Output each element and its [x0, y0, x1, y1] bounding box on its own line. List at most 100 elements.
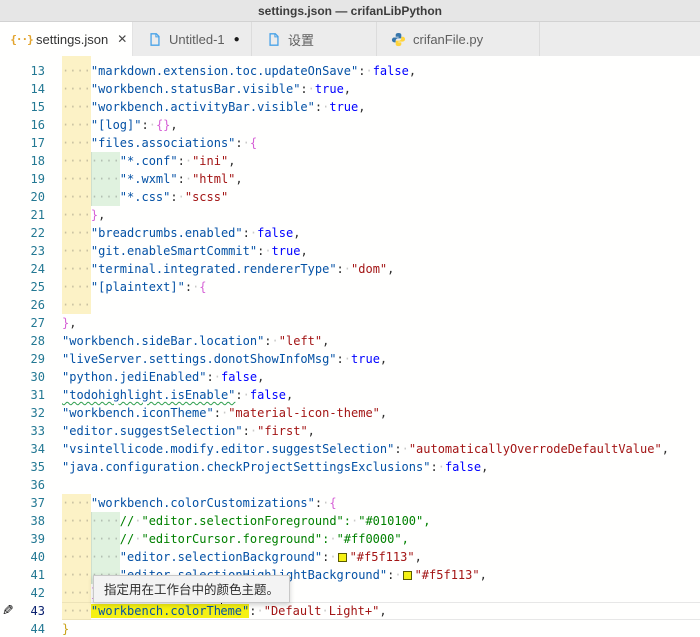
line-number[interactable]: 22	[0, 224, 62, 242]
line-number[interactable]: 17	[0, 134, 62, 152]
close-icon[interactable]: ✕	[117, 32, 127, 46]
line-number[interactable]: 14	[0, 80, 62, 98]
code-line-content[interactable]: ····"workbench.colorTheme":·"Default·Lig…	[62, 602, 700, 620]
line-number[interactable]: 21	[0, 206, 62, 224]
line-number[interactable]: 24	[0, 260, 62, 278]
line-number[interactable]: 40	[0, 548, 62, 566]
token-bool: false	[372, 64, 409, 78]
line-number[interactable]: 38	[0, 512, 62, 530]
code-line-content[interactable]: }	[62, 620, 700, 637]
code-line-content[interactable]: ····"[log]":·{},	[62, 116, 700, 134]
code-line-content[interactable]: "java.configuration.checkProjectSettings…	[62, 458, 700, 476]
code-line-content[interactable]: ····"workbench.activityBar.visible":·tru…	[62, 98, 700, 116]
line-number[interactable]: 27	[0, 314, 62, 332]
token-pun: ,	[481, 460, 489, 474]
code-line-content[interactable]: ····"workbench.statusBar.visible":·true,	[62, 80, 700, 98]
token-ws: ·	[249, 424, 258, 438]
token-bool: false	[444, 460, 482, 474]
token-key: "editor.suggestSelection"	[62, 424, 243, 438]
line-number[interactable]: 44	[0, 620, 62, 637]
line-number[interactable]: 13	[0, 62, 62, 80]
code-line-content[interactable]: },	[62, 314, 700, 332]
code-editor[interactable]: 13 ····"markdown.extension.toc.updateOnSa…	[0, 56, 700, 637]
token-ws: ········	[62, 514, 120, 528]
code-line-content[interactable]: ········"*.css":·"scss"	[62, 188, 700, 206]
line-number[interactable]: 25	[0, 278, 62, 296]
line-number[interactable]: 20	[0, 188, 62, 206]
line-number[interactable]: 29	[0, 350, 62, 368]
token-ws: ····	[62, 496, 91, 510]
line-number[interactable]: 19	[0, 170, 62, 188]
line-number[interactable]: 36	[0, 476, 62, 494]
line-number[interactable]: 34	[0, 440, 62, 458]
code-line: 15 ····"workbench.activityBar.visible":·t…	[0, 98, 700, 116]
code-line-content[interactable]: "workbench.iconTheme":·"material-icon-th…	[62, 404, 700, 422]
token-ws: ····	[62, 100, 91, 114]
token-ws: ····	[62, 64, 91, 78]
token-pun: ,	[98, 208, 106, 222]
line-number[interactable]: 31	[0, 386, 62, 404]
tab-settings-json[interactable]: {··} settings.json ✕	[0, 22, 133, 56]
code-line-content[interactable]: "todohighlight.isEnable":·false,	[62, 386, 700, 404]
code-line-content[interactable]: ····"git.enableSmartCommit":·true,	[62, 242, 700, 260]
tab-crifanfile-py[interactable]: crifanFile.py	[377, 22, 540, 56]
code-line-content[interactable]: "workbench.sideBar.location":·"left",	[62, 332, 700, 350]
code-line-content[interactable]: ····},	[62, 206, 700, 224]
line-number[interactable]: 39	[0, 530, 62, 548]
code-line-content[interactable]: ········"*.conf":·"ini",	[62, 152, 700, 170]
token-key: "files.associations"	[90, 136, 236, 150]
code-line-content[interactable]: ········//·"editorCursor.foreground":·"#…	[62, 530, 700, 548]
token-b2: {}	[155, 118, 171, 132]
tab-untitled-1[interactable]: Untitled-1 ●	[133, 22, 252, 56]
code-line-content[interactable]: ····"terminal.integrated.rendererType":·…	[62, 260, 700, 278]
code-line-content[interactable]: ····"[plaintext]":·{	[62, 278, 700, 296]
token-ws: ·	[321, 604, 329, 618]
code-line-content[interactable]: ········"*.wxml":·"html",	[62, 170, 700, 188]
code-line-content[interactable]: ········//·"editor.selectionForeground":…	[62, 512, 700, 530]
code-line-content[interactable]: ····"markdown.extension.toc.updateOnSave…	[62, 62, 700, 80]
file-icon	[147, 32, 162, 47]
code-line-content[interactable]: "editor.suggestSelection":·"first",	[62, 422, 700, 440]
code-line: ✎ 43 ····"workbench.colorTheme":·"Default·…	[0, 602, 700, 620]
line-number[interactable]: 23	[0, 242, 62, 260]
token-key: "terminal.integrated.rendererType"	[90, 262, 337, 276]
line-number[interactable]: 18	[0, 152, 62, 170]
code-line-content[interactable]: ····"breadcrumbs.enabled":·false,	[62, 224, 700, 242]
line-number[interactable]: 26	[0, 296, 62, 314]
line-number[interactable]: 42	[0, 584, 62, 602]
line-number[interactable]: 35	[0, 458, 62, 476]
code-line: 32 "workbench.iconTheme":·"material-icon-…	[0, 404, 700, 422]
line-number[interactable]: 37	[0, 494, 62, 512]
token-str: "left"	[278, 334, 323, 348]
token-ws: ····	[62, 586, 91, 600]
token-str: "first"	[257, 424, 308, 438]
code-line-content[interactable]: "liveServer.settings.donotShowInfoMsg":·…	[62, 350, 700, 368]
pencil-icon[interactable]: ✎	[2, 602, 14, 620]
line-number[interactable]: 41	[0, 566, 62, 584]
line-number[interactable]: 28	[0, 332, 62, 350]
code-line-content[interactable]: ····	[62, 296, 700, 314]
code-line-content[interactable]: ········"editor.selectionBackground":· "#…	[62, 548, 700, 566]
token-ws: ·	[249, 226, 258, 240]
code-line-content[interactable]	[62, 476, 700, 494]
line-number[interactable]: 30	[0, 368, 62, 386]
line-number[interactable]: 15	[0, 98, 62, 116]
token-ws: ·	[437, 460, 445, 474]
code-line-content[interactable]: ····"workbench.colorCustomizations":·{	[62, 494, 700, 512]
token-pun: ,	[307, 424, 315, 438]
tooltip-text: 指定用在工作台中的颜色主题。	[104, 583, 280, 597]
line-number[interactable]: 33	[0, 422, 62, 440]
token-key: "git.enableSmartCommit"	[90, 244, 258, 258]
line-number[interactable]: 16	[0, 116, 62, 134]
code-line-content[interactable]: "python.jediEnabled":·false,	[62, 368, 700, 386]
token-bool: true	[351, 352, 380, 366]
code-line-content[interactable]: "vsintellicode.modify.editor.suggestSele…	[62, 440, 700, 458]
line-number[interactable]: 32	[0, 404, 62, 422]
modified-dot-icon[interactable]: ●	[234, 34, 240, 45]
tab-she-zhi[interactable]: 设置	[252, 22, 377, 56]
line-number[interactable]: ✎ 43	[0, 602, 62, 620]
token-pun: :	[242, 226, 250, 240]
code-line-content[interactable]: ····"files.associations":·{	[62, 134, 700, 152]
token-ws: ·	[307, 82, 315, 96]
code-line: 37 ····"workbench.colorCustomizations":·{	[0, 494, 700, 512]
